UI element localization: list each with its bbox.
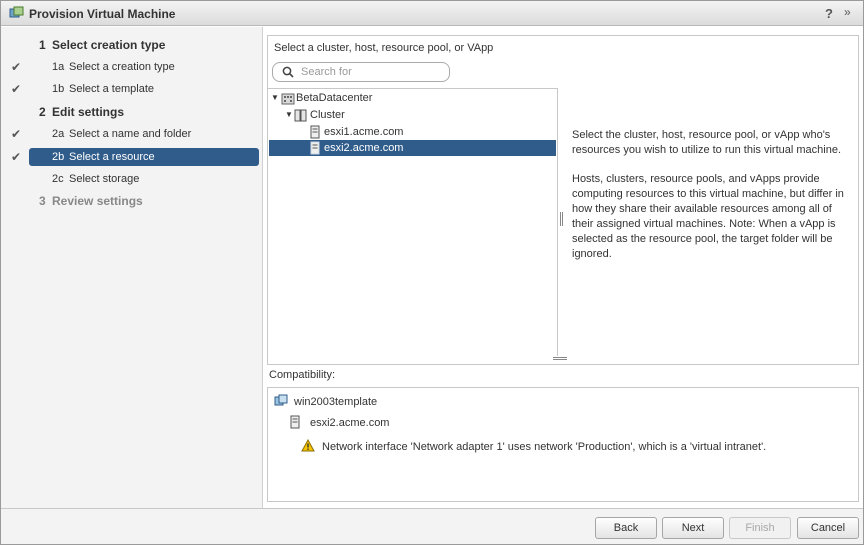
compat-host-name: esxi2.acme.com — [310, 417, 390, 429]
selection-prompt: Select a cluster, host, resource pool, o… — [274, 42, 494, 54]
host-icon — [290, 415, 300, 429]
tree-node-label: BetaDatacenter — [296, 92, 373, 104]
host-icon — [310, 141, 320, 155]
dialog-title: Provision Virtual Machine — [29, 7, 176, 21]
tree-node-host-esxi1[interactable]: esxi1.acme.com — [308, 124, 462, 140]
substep-number: 1a — [52, 61, 65, 73]
compatibility-label: Compatibility: — [269, 369, 336, 381]
cancel-button[interactable]: Cancel — [797, 517, 859, 539]
help-paragraph: Select the cluster, host, resource pool,… — [572, 129, 842, 156]
substep-2a[interactable]: 2a Select a name and folder — [29, 125, 259, 143]
check-icon: ✔ — [11, 127, 22, 141]
step-number: 3 — [39, 194, 46, 208]
step-3: 3 Review settings — [1, 193, 263, 211]
datacenter-icon — [281, 93, 295, 105]
step-2: 2 Edit settings — [1, 104, 263, 122]
tree-node-cluster[interactable]: ▼ Cluster — [268, 107, 558, 123]
substep-1b[interactable]: 1b Select a template — [29, 80, 259, 98]
substep-number: 2c — [52, 173, 64, 185]
host-icon — [310, 125, 320, 139]
substep-label: Select storage — [69, 173, 140, 185]
compat-template-name: win2003template — [294, 396, 378, 408]
compatibility-panel: win2003template esxi2.acme.com Network i… — [267, 387, 859, 502]
help-paragraph: Hosts, clusters, resource pools, and vAp… — [572, 173, 844, 260]
substep-label: Select a template — [69, 83, 154, 95]
wizard-steps-panel: 1 Select creation type ✔ 1a Select a cre… — [1, 27, 263, 508]
step-label: Edit settings — [52, 105, 125, 119]
back-button[interactable]: Back — [595, 517, 657, 539]
help-text: Select the cluster, host, resource pool,… — [572, 128, 854, 276]
cluster-icon — [294, 109, 307, 122]
title-bar: Provision Virtual Machine ? » — [1, 1, 863, 26]
substep-2c[interactable]: 2c Select storage — [29, 170, 259, 188]
vertical-splitter-handle[interactable] — [560, 212, 563, 226]
check-icon: ✔ — [11, 150, 22, 164]
next-button[interactable]: Next — [662, 517, 724, 539]
step-number: 2 — [39, 105, 46, 119]
resource-selection-panel: Select a cluster, host, resource pool, o… — [267, 35, 859, 365]
vm-provision-icon — [9, 6, 24, 18]
resource-tree: ▼ BetaDatacenter ▼ Cluster esxi1.acme.co… — [268, 88, 558, 356]
substep-number: 1b — [52, 83, 65, 95]
horizontal-splitter-handle[interactable] — [553, 357, 567, 360]
substep-number: 2a — [52, 128, 65, 140]
check-icon: ✔ — [11, 60, 22, 74]
substep-label: Select a name and folder — [69, 128, 192, 140]
compat-warning-text: Network interface 'Network adapter 1' us… — [322, 441, 767, 453]
substep-number: 2b — [52, 151, 65, 163]
expand-icon[interactable]: » — [844, 5, 850, 19]
provision-vm-dialog: Provision Virtual Machine ? » 1 Select c… — [0, 0, 864, 545]
finish-button[interactable]: Finish — [729, 517, 791, 539]
step-number: 1 — [39, 38, 46, 52]
tree-node-label: Cluster — [310, 109, 345, 121]
tree-node-host-esxi2[interactable]: esxi2.acme.com — [269, 140, 556, 156]
step-label: Select creation type — [52, 38, 166, 52]
step-1: 1 Select creation type — [1, 37, 263, 55]
tree-node-datacenter[interactable]: ▼ BetaDatacenter — [268, 90, 558, 106]
search-icon — [282, 66, 294, 78]
substep-2b[interactable]: 2b Select a resource — [29, 148, 259, 166]
main-panel: Select a cluster, host, resource pool, o… — [263, 27, 863, 508]
check-icon: ✔ — [11, 82, 22, 96]
substep-1a[interactable]: 1a Select a creation type — [29, 58, 259, 76]
help-icon[interactable]: ? — [825, 6, 833, 21]
tree-node-label: esxi1.acme.com — [324, 126, 404, 138]
search-placeholder: Search for — [301, 66, 352, 78]
tree-node-label: esxi2.acme.com — [324, 142, 404, 154]
expand-arrow-icon[interactable]: ▼ — [271, 93, 279, 102]
vm-template-icon — [274, 394, 288, 406]
substep-label: Select a resource — [69, 151, 155, 163]
step-label: Review settings — [52, 194, 143, 208]
expand-arrow-icon[interactable]: ▼ — [285, 110, 293, 119]
warning-icon — [301, 439, 315, 452]
substep-label: Select a creation type — [69, 61, 175, 73]
search-input[interactable]: Search for — [272, 62, 450, 82]
dialog-footer: Back Next Finish Cancel — [1, 508, 863, 544]
